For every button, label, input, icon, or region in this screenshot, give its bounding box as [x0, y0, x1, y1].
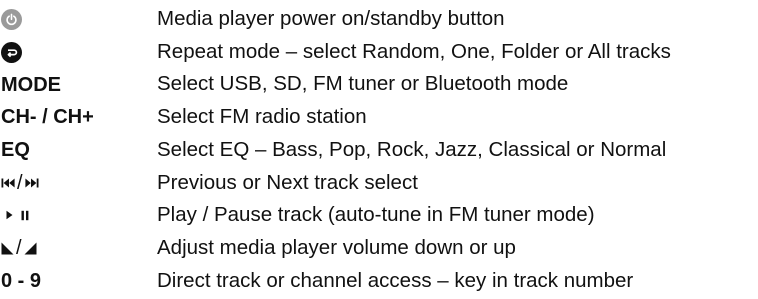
power-icon [1, 8, 22, 30]
play-pause-icon [6, 210, 29, 221]
key-cell: / [0, 166, 150, 199]
channel-key-label: CH- / CH+ [1, 106, 94, 129]
key-cell [0, 3, 150, 36]
key-cell: 0 - 9 [0, 265, 150, 298]
function-description: Adjust media player volume down or up [157, 235, 516, 259]
key-cell: / [0, 232, 150, 265]
pause-icon [21, 210, 29, 221]
function-description: Select FM radio station [157, 105, 367, 129]
row-play-pause: Play / Pause track (auto-tune in FM tune… [0, 199, 758, 232]
row-channel: CH- / CH+ Select FM radio station [0, 101, 758, 134]
function-description: Repeat mode – select Random, One, Folder… [157, 39, 671, 63]
function-description: Media player power on/standby button [157, 7, 505, 31]
row-mode: MODE Select USB, SD, FM tuner or Bluetoo… [0, 68, 758, 101]
row-eq: EQ Select EQ – Bass, Pop, Rock, Jazz, Cl… [0, 134, 758, 167]
key-cell [0, 199, 150, 232]
previous-track-icon [1, 178, 15, 188]
separator: / [16, 237, 22, 260]
row-power: Media player power on/standby button [0, 3, 758, 36]
key-cell [0, 36, 150, 69]
row-previous-next: / Previous or Next track select [0, 166, 758, 199]
button-function-table: Media player power on/standby button Rep… [0, 3, 758, 297]
volume-up-icon [24, 242, 37, 255]
next-track-icon [24, 178, 39, 188]
previous-next-icon: / [1, 173, 39, 193]
row-number-keys: 0 - 9 Direct track or channel access – k… [0, 265, 758, 298]
eq-key-label: EQ [1, 139, 30, 162]
function-description: Play / Pause track (auto-tune in FM tune… [157, 203, 595, 227]
function-description: Select EQ – Bass, Pop, Rock, Jazz, Class… [157, 137, 667, 161]
separator: / [17, 171, 23, 194]
repeat-icon [1, 41, 22, 63]
function-description: Previous or Next track select [157, 170, 418, 194]
key-cell: MODE [0, 68, 150, 101]
number-keys-label: 0 - 9 [1, 269, 42, 292]
function-description: Direct track or channel access – key in … [157, 268, 634, 292]
function-description: Select USB, SD, FM tuner or Bluetooth mo… [157, 72, 569, 96]
volume-down-up-icon: / [1, 238, 37, 258]
volume-down-icon [1, 242, 14, 255]
key-cell: CH- / CH+ [0, 101, 150, 134]
row-volume: / Adjust media player volume down or up [0, 232, 758, 265]
key-cell: EQ [0, 134, 150, 167]
play-icon [6, 211, 13, 220]
mode-key-label: MODE [1, 73, 61, 96]
row-repeat: Repeat mode – select Random, One, Folder… [0, 36, 758, 69]
